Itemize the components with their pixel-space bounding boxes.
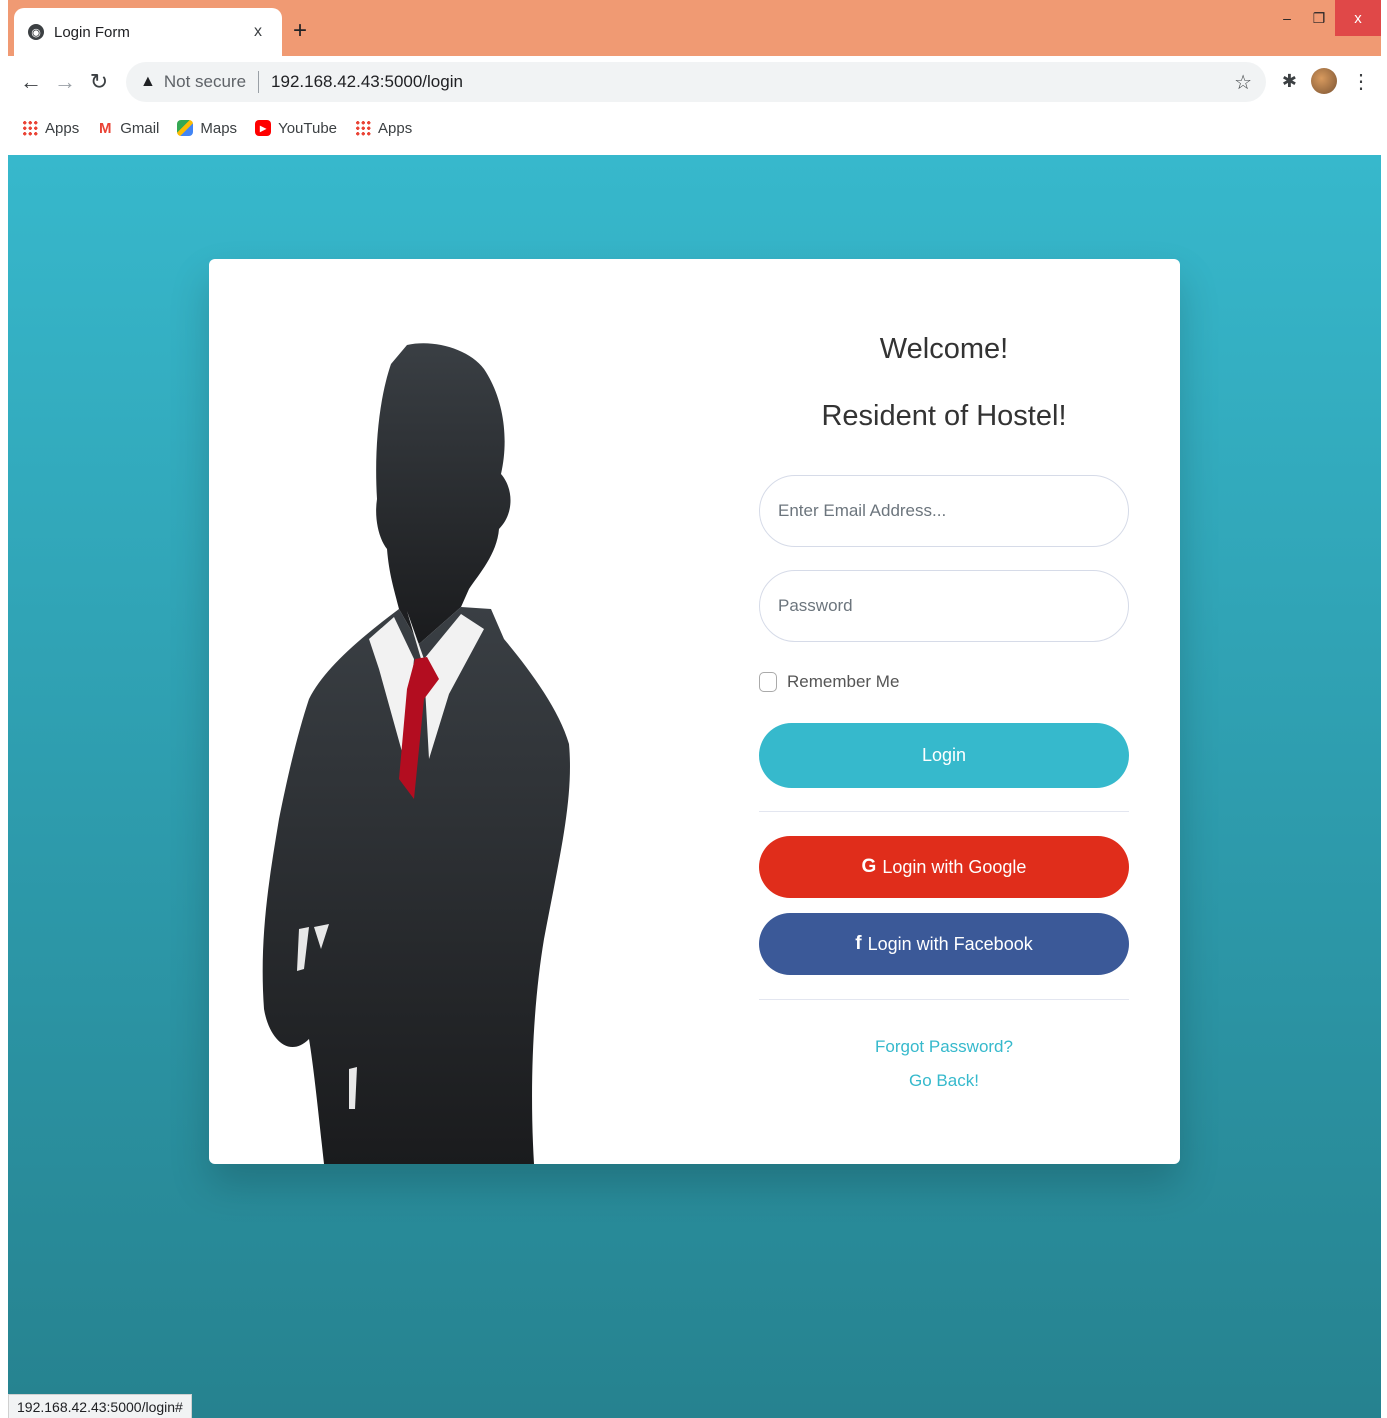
bookmark-label: Apps — [378, 119, 413, 137]
apps-grid-icon — [355, 120, 372, 136]
businessman-silhouette-image — [262, 343, 570, 1164]
arrow-left-icon: ← — [20, 69, 42, 94]
resident-subheading: Resident of Hostel! — [821, 400, 1067, 432]
tab-title: Login Form — [54, 23, 130, 41]
login-with-google-button[interactable]: G Login with Google — [759, 836, 1129, 898]
welcome-heading: Welcome! — [879, 333, 1009, 365]
browser-toolbar: ← → ↻ ▲ Not secure 192.168.42.43:5000/lo… — [8, 56, 1381, 108]
bookmark-apps[interactable]: Apps — [22, 120, 79, 137]
status-bar-url: 192.168.42.43:5000/login# — [8, 1394, 192, 1418]
youtube-icon: ▶ — [255, 120, 272, 136]
form-divider — [759, 811, 1129, 812]
apps-grid-icon — [22, 120, 38, 136]
kebab-menu-icon[interactable]: ⋮ — [1351, 69, 1371, 94]
login-with-facebook-button[interactable]: f Login with Facebook — [759, 913, 1129, 975]
page-background: Welcome! Resident of Hostel! Remember Me… — [8, 155, 1381, 1418]
password-input[interactable] — [759, 570, 1129, 642]
tab-strip: ◉ Login Form x + – ❐ x — [8, 0, 1381, 56]
bookmark-label: Maps — [200, 119, 238, 137]
reload-icon: ↻ — [89, 69, 109, 94]
arrow-right-icon: → — [54, 69, 76, 94]
omnibox-separator — [258, 71, 260, 93]
address-bar[interactable]: ▲ Not secure 192.168.42.43:5000/login ☆ — [126, 62, 1266, 102]
back-button[interactable]: ← — [14, 65, 48, 99]
security-label[interactable]: Not secure — [164, 72, 246, 92]
form-divider-2 — [759, 999, 1129, 1000]
bookmarks-bar: Apps M Gmail Maps ▶ YouTube Apps — [8, 110, 1381, 146]
login-card: Welcome! Resident of Hostel! Remember Me… — [209, 259, 1180, 1164]
forward-button[interactable]: → — [48, 65, 82, 99]
toolbar-actions: ✱ ⋮ — [1282, 68, 1371, 94]
bookmark-star-icon[interactable]: ☆ — [1234, 70, 1252, 95]
close-window-button[interactable]: x — [1335, 0, 1381, 36]
window-controls: – ❐ x — [1271, 0, 1381, 36]
new-tab-button[interactable]: + — [288, 16, 312, 46]
email-input[interactable] — [759, 475, 1129, 547]
browser-chrome: ◉ Login Form x + – ❐ x ← → ↻ ▲ Not secur… — [8, 0, 1381, 155]
bookmark-label: Apps — [45, 119, 80, 137]
bookmark-label: Gmail — [120, 119, 160, 137]
remember-me-row: Remember Me — [759, 670, 1129, 694]
bookmark-maps[interactable]: Maps — [177, 120, 237, 137]
extensions-puzzle-icon[interactable]: ✱ — [1282, 71, 1297, 92]
facebook-button-label: Login with Facebook — [867, 933, 1033, 954]
bookmark-label: YouTube — [278, 119, 338, 137]
url-text[interactable]: 192.168.42.43:5000/login — [271, 72, 1234, 92]
google-button-label: Login with Google — [882, 856, 1027, 877]
restore-button[interactable]: ❐ — [1303, 0, 1335, 36]
reload-button[interactable]: ↻ — [82, 65, 116, 99]
go-back-link[interactable]: Go Back! — [759, 1064, 1129, 1098]
globe-icon: ◉ — [28, 24, 44, 40]
maps-icon — [177, 120, 194, 136]
google-icon: G — [861, 856, 877, 877]
minimize-button[interactable]: – — [1271, 0, 1303, 36]
profile-avatar[interactable] — [1311, 68, 1337, 94]
browser-tab[interactable]: ◉ Login Form x — [14, 8, 282, 56]
form-links: Forgot Password? Go Back! — [759, 1030, 1129, 1098]
bookmark-apps-2[interactable]: Apps — [355, 120, 412, 137]
bookmark-gmail[interactable]: M Gmail — [97, 120, 159, 137]
warning-icon: ▲ — [140, 73, 156, 90]
forgot-password-link[interactable]: Forgot Password? — [759, 1030, 1129, 1064]
remember-me-checkbox[interactable] — [759, 672, 777, 692]
facebook-icon: f — [855, 933, 862, 954]
tab-close-button[interactable]: x — [248, 23, 268, 41]
remember-me-label[interactable]: Remember Me — [787, 672, 899, 692]
login-form: Welcome! Resident of Hostel! Remember Me… — [759, 319, 1129, 1098]
bookmark-youtube[interactable]: ▶ YouTube — [255, 120, 337, 137]
gmail-icon: M — [98, 119, 112, 137]
login-button[interactable]: Login — [759, 723, 1129, 788]
